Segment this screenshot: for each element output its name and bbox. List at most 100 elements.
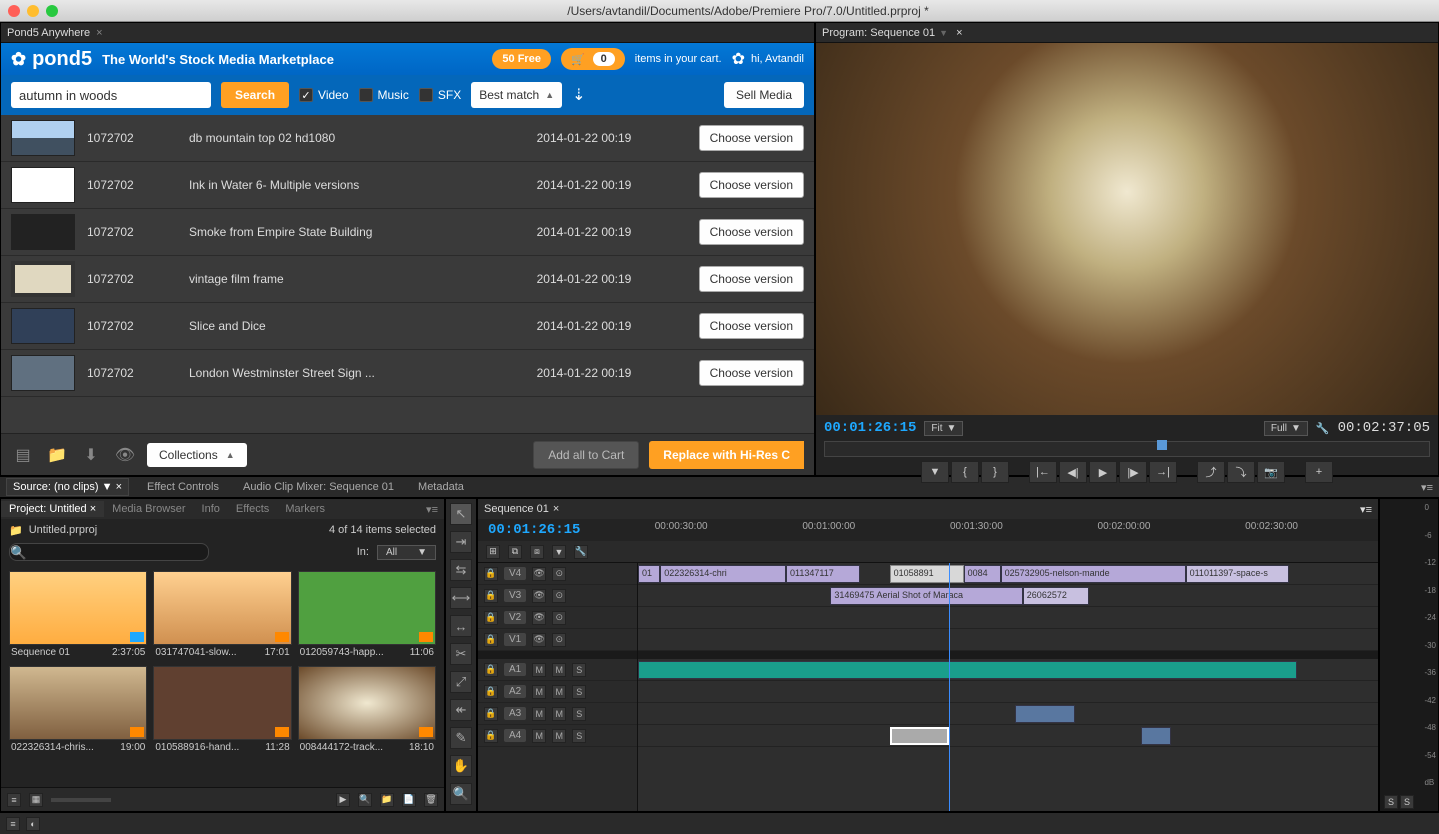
extract-button[interactable]: ⤵ [1227, 461, 1255, 483]
video-clip[interactable]: 011011397-space-s [1186, 565, 1290, 583]
panel-menu-icon[interactable]: ▾≡ [1360, 503, 1372, 516]
solo-button[interactable]: S [1384, 795, 1398, 809]
go-to-in-button[interactable]: |← [1029, 461, 1057, 483]
lock-icon[interactable]: 🔒 [484, 589, 498, 603]
rolling-edit-tool[interactable]: ⟷ [450, 587, 472, 609]
lift-button[interactable]: ⤴ [1197, 461, 1225, 483]
timeline-tab[interactable]: Sequence 01 ×▾≡ [478, 499, 1378, 519]
video-clip[interactable]: 31469475 Aerial Shot of Maraca [830, 587, 1022, 605]
mute-icon[interactable]: M [532, 685, 546, 699]
project-tab[interactable]: Project: Untitled × [1, 501, 104, 517]
nest-button[interactable]: ⊞ [486, 545, 500, 559]
choose-version-button[interactable]: Choose version [699, 219, 804, 245]
video-track[interactable] [638, 607, 1378, 629]
lock-icon[interactable]: 🔒 [484, 729, 498, 743]
go-to-out-button[interactable]: →| [1149, 461, 1177, 483]
video-clip[interactable]: 022326314-chri [660, 565, 786, 583]
list-view-button[interactable]: ≡ [7, 793, 21, 807]
bin-item[interactable]: 012059743-happ...11:06 [298, 571, 436, 660]
slip-tool[interactable]: ⤢ [450, 671, 472, 693]
status-icon[interactable]: ≡ [6, 817, 20, 831]
audio-clip[interactable] [890, 727, 949, 745]
slide-tool[interactable]: ↞ [450, 699, 472, 721]
playhead[interactable] [949, 563, 950, 811]
eye-icon[interactable]: 👁 [532, 567, 546, 581]
audio-clip[interactable] [638, 661, 1297, 679]
greeting[interactable]: hi, Avtandil [751, 53, 804, 65]
sync-lock-icon[interactable]: ⊙ [552, 611, 566, 625]
step-back-button[interactable]: ◀| [1059, 461, 1087, 483]
clear-button[interactable]: 🗑 [424, 793, 438, 807]
filter-sfx[interactable]: SFX [419, 88, 461, 102]
audio-mixer-tab[interactable]: Audio Clip Mixer: Sequence 01 [237, 479, 400, 495]
download-arrow-icon[interactable]: ⇣ [572, 85, 585, 105]
close-icon[interactable]: × [956, 27, 962, 39]
bin-icon[interactable]: 📁 [9, 524, 23, 537]
free-badge[interactable]: 50 Free [492, 49, 551, 69]
bin-item[interactable]: 010588916-hand...11:28 [153, 666, 291, 755]
video-clip[interactable]: 26062572 [1023, 587, 1090, 605]
audio-track-header[interactable]: 🔒A2MMS [478, 681, 637, 703]
audio-track[interactable] [638, 659, 1378, 681]
solo-icon[interactable]: S [572, 707, 586, 721]
collections-dropdown[interactable]: Collections▲ [147, 443, 247, 467]
audio-track[interactable] [638, 681, 1378, 703]
filter-music[interactable]: Music [359, 88, 409, 102]
lock-icon[interactable]: 🔒 [484, 567, 498, 581]
video-clip[interactable]: 025732905-nelson-mande [1001, 565, 1186, 583]
info-tab[interactable]: Info [194, 501, 228, 517]
solo-icon[interactable]: S [572, 685, 586, 699]
solo-button[interactable]: S [1400, 795, 1414, 809]
in-filter-dropdown[interactable]: All▼ [377, 545, 436, 560]
video-clip[interactable]: 01 [638, 565, 660, 583]
cart-button[interactable]: 🛒 0 [561, 48, 625, 70]
program-ruler[interactable] [824, 441, 1430, 457]
audio-track[interactable] [638, 725, 1378, 747]
audio-track-header[interactable]: 🔒A3MMS [478, 703, 637, 725]
filter-icon[interactable]: ▤ [11, 443, 35, 467]
audio-clip[interactable] [1015, 705, 1074, 723]
step-forward-button[interactable]: |▶ [1119, 461, 1147, 483]
playhead-marker[interactable] [1157, 440, 1167, 450]
minimize-window-button[interactable] [27, 5, 39, 17]
zoom-slider[interactable] [51, 798, 111, 802]
mute-icon[interactable]: M [552, 729, 566, 743]
search-input[interactable] [11, 82, 211, 108]
add-marker-button[interactable]: ▼ [921, 461, 949, 483]
choose-version-button[interactable]: Choose version [699, 172, 804, 198]
hand-tool[interactable]: ✋ [450, 755, 472, 777]
wrench-icon[interactable]: 🔧 [1316, 422, 1330, 435]
filter-video[interactable]: Video [299, 88, 348, 102]
mute-icon[interactable]: M [532, 707, 546, 721]
linked-selection-button[interactable]: ⧈ [530, 545, 544, 559]
sync-lock-icon[interactable]: ⊙ [552, 589, 566, 603]
mute-icon[interactable]: M [532, 663, 546, 677]
result-row[interactable]: 1072702Ink in Water 6- Multiple versions… [1, 162, 814, 209]
solo-icon[interactable]: S [572, 729, 586, 743]
sort-dropdown[interactable]: Best match▲ [471, 82, 562, 108]
sync-lock-icon[interactable]: ⊙ [552, 567, 566, 581]
audio-track-header[interactable]: 🔒A1MMS [478, 659, 637, 681]
playhead-timecode[interactable]: 00:01:26:15 [824, 420, 916, 436]
choose-version-button[interactable]: Choose version [699, 266, 804, 292]
video-track-header[interactable]: 🔒V4👁⊙ [478, 563, 637, 585]
replace-hires-button[interactable]: Replace with Hi-Res C [649, 441, 804, 469]
result-row[interactable]: 1072702vintage film frame2014-01-22 00:1… [1, 256, 814, 303]
settings-button[interactable]: 🔧 [574, 545, 588, 559]
rate-stretch-tool[interactable]: ↔ [450, 615, 472, 637]
bin-item[interactable]: 022326314-chris...19:00 [9, 666, 147, 755]
close-window-button[interactable] [8, 5, 20, 17]
find-button[interactable]: 🔍 [358, 793, 372, 807]
new-item-button[interactable]: 📄 [402, 793, 416, 807]
program-tab[interactable]: Program: Sequence 01 ▼ × [816, 23, 1438, 43]
add-all-to-cart-button[interactable]: Add all to Cart [533, 441, 639, 469]
solo-icon[interactable]: S [572, 663, 586, 677]
mute-icon[interactable]: M [552, 663, 566, 677]
snap-button[interactable]: ⧉ [508, 545, 522, 559]
mute-icon[interactable]: M [532, 729, 546, 743]
auto-sequence-button[interactable]: ▶ [336, 793, 350, 807]
video-track[interactable]: 31469475 Aerial Shot of Maraca 26062572 [638, 585, 1378, 607]
sell-media-button[interactable]: Sell Media [724, 82, 804, 108]
video-track-header[interactable]: 🔒V2👁⊙ [478, 607, 637, 629]
eye-icon[interactable]: 👁 [532, 589, 546, 603]
